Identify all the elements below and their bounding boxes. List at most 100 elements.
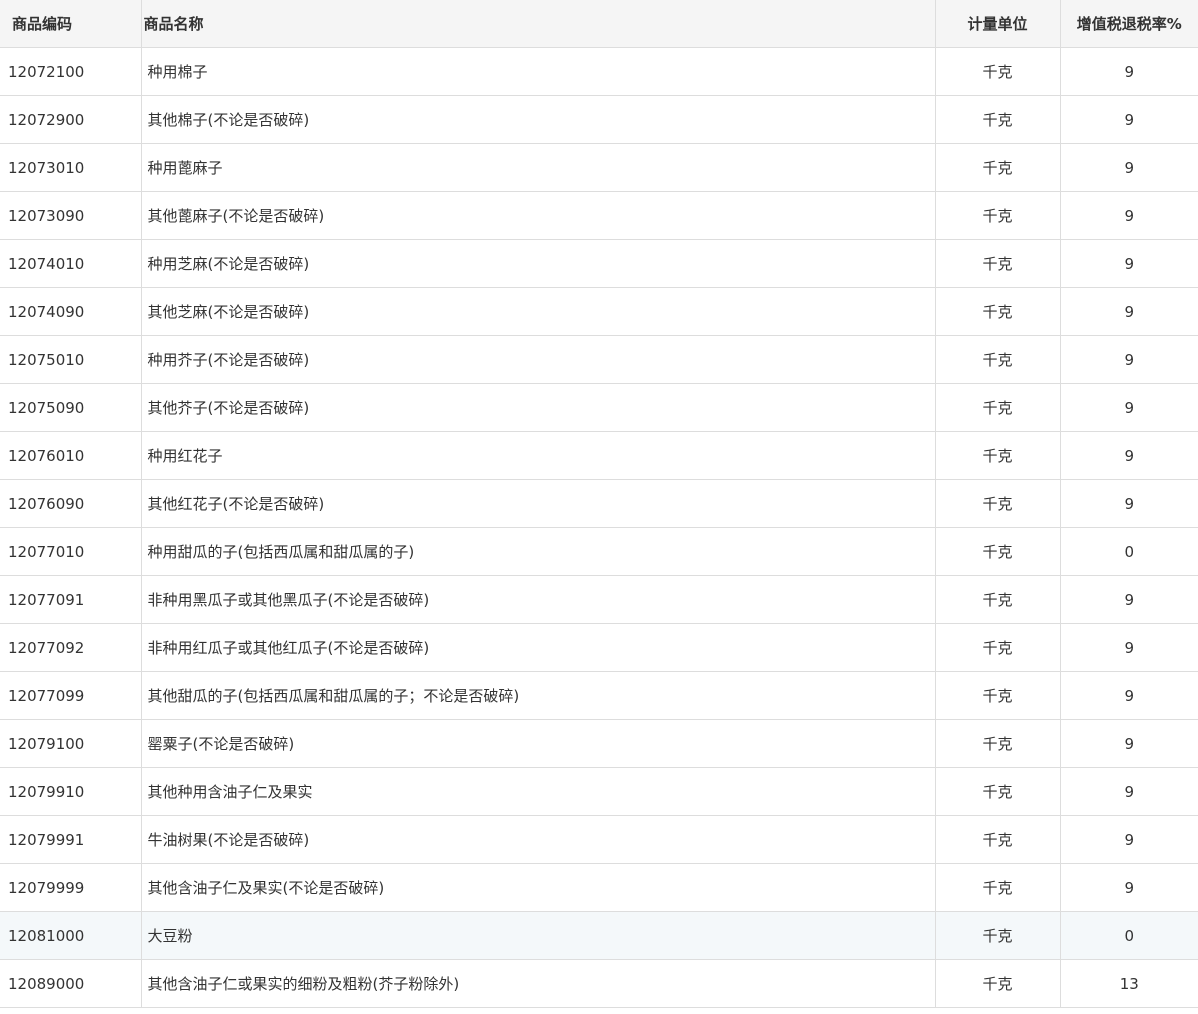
cell-code: 12075010	[0, 335, 142, 384]
cell-unit: 千克	[935, 239, 1061, 288]
cell-name: 其他含油子仁及果实(不论是否破碎)	[141, 863, 936, 912]
table-row[interactable]: 12077010 种用甜瓜的子(包括西瓜属和甜瓜属的子) 千克 0	[0, 527, 1198, 576]
cell-name: 其他甜瓜的子(包括西瓜属和甜瓜属的子；不论是否破碎)	[141, 671, 936, 720]
cell-unit: 千克	[935, 671, 1061, 720]
cell-name: 种用芥子(不论是否破碎)	[141, 335, 936, 384]
cell-unit: 千克	[935, 287, 1061, 336]
cell-code: 12076010	[0, 431, 142, 480]
cell-rate: 9	[1060, 47, 1198, 96]
cell-name: 其他红花子(不论是否破碎)	[141, 479, 936, 528]
table-row[interactable]: 12089000 其他含油子仁或果实的细粉及粗粉(芥子粉除外) 千克 13	[0, 959, 1198, 1008]
cell-rate: 0	[1060, 527, 1198, 576]
cell-unit: 千克	[935, 575, 1061, 624]
cell-code: 12073010	[0, 143, 142, 192]
table-body: 12072100 种用棉子 千克 9 12072900 其他棉子(不论是否破碎)…	[0, 47, 1198, 1008]
cell-code: 12074010	[0, 239, 142, 288]
cell-code: 12079991	[0, 815, 142, 864]
table-row[interactable]: 12072100 种用棉子 千克 9	[0, 47, 1198, 96]
cell-code: 12081000	[0, 911, 142, 960]
cell-unit: 千克	[935, 431, 1061, 480]
cell-rate: 9	[1060, 431, 1198, 480]
cell-name: 大豆粉	[141, 911, 936, 960]
cell-unit: 千克	[935, 47, 1061, 96]
table-row[interactable]: 12081000 大豆粉 千克 0	[0, 911, 1198, 960]
cell-rate: 9	[1060, 671, 1198, 720]
cell-unit: 千克	[935, 959, 1061, 1008]
cell-code: 12072900	[0, 95, 142, 144]
cell-name: 种用棉子	[141, 47, 936, 96]
table-row[interactable]: 12073090 其他蓖麻子(不论是否破碎) 千克 9	[0, 191, 1198, 240]
table-row[interactable]: 12077092 非种用红瓜子或其他红瓜子(不论是否破碎) 千克 9	[0, 623, 1198, 672]
cell-rate: 0	[1060, 911, 1198, 960]
cell-name: 非种用黑瓜子或其他黑瓜子(不论是否破碎)	[141, 575, 936, 624]
cell-unit: 千克	[935, 527, 1061, 576]
column-header-rate: 增值税退税率%	[1060, 0, 1198, 48]
cell-unit: 千克	[935, 863, 1061, 912]
cell-unit: 千克	[935, 191, 1061, 240]
cell-name: 牛油树果(不论是否破碎)	[141, 815, 936, 864]
table-row[interactable]: 12074010 种用芝麻(不论是否破碎) 千克 9	[0, 239, 1198, 288]
cell-name: 其他棉子(不论是否破碎)	[141, 95, 936, 144]
cell-name: 其他蓖麻子(不论是否破碎)	[141, 191, 936, 240]
cell-name: 其他含油子仁或果实的细粉及粗粉(芥子粉除外)	[141, 959, 936, 1008]
table-row[interactable]: 12073010 种用蓖麻子 千克 9	[0, 143, 1198, 192]
cell-code: 12074090	[0, 287, 142, 336]
tax-rebate-table: 商品编码 商品名称 计量单位 增值税退税率% 12072100 种用棉子 千克 …	[0, 0, 1198, 1008]
cell-name: 非种用红瓜子或其他红瓜子(不论是否破碎)	[141, 623, 936, 672]
cell-name: 其他芥子(不论是否破碎)	[141, 383, 936, 432]
cell-rate: 9	[1060, 335, 1198, 384]
cell-name: 罂粟子(不论是否破碎)	[141, 719, 936, 768]
cell-unit: 千克	[935, 479, 1061, 528]
cell-unit: 千克	[935, 143, 1061, 192]
table-row[interactable]: 12077091 非种用黑瓜子或其他黑瓜子(不论是否破碎) 千克 9	[0, 575, 1198, 624]
cell-unit: 千克	[935, 719, 1061, 768]
cell-rate: 9	[1060, 719, 1198, 768]
cell-rate: 9	[1060, 623, 1198, 672]
cell-rate: 9	[1060, 815, 1198, 864]
cell-name: 其他芝麻(不论是否破碎)	[141, 287, 936, 336]
cell-code: 12077010	[0, 527, 142, 576]
table-row[interactable]: 12072900 其他棉子(不论是否破碎) 千克 9	[0, 95, 1198, 144]
cell-rate: 9	[1060, 863, 1198, 912]
column-header-unit: 计量单位	[935, 0, 1061, 48]
cell-code: 12089000	[0, 959, 142, 1008]
cell-unit: 千克	[935, 383, 1061, 432]
cell-code: 12075090	[0, 383, 142, 432]
table-row[interactable]: 12079910 其他种用含油子仁及果实 千克 9	[0, 767, 1198, 816]
cell-name: 种用蓖麻子	[141, 143, 936, 192]
table-row[interactable]: 12074090 其他芝麻(不论是否破碎) 千克 9	[0, 287, 1198, 336]
cell-unit: 千克	[935, 815, 1061, 864]
cell-unit: 千克	[935, 767, 1061, 816]
cell-code: 12073090	[0, 191, 142, 240]
cell-unit: 千克	[935, 623, 1061, 672]
table-row[interactable]: 12076090 其他红花子(不论是否破碎) 千克 9	[0, 479, 1198, 528]
cell-rate: 13	[1060, 959, 1198, 1008]
cell-unit: 千克	[935, 911, 1061, 960]
cell-rate: 9	[1060, 767, 1198, 816]
table-row[interactable]: 12079100 罂粟子(不论是否破碎) 千克 9	[0, 719, 1198, 768]
table-row[interactable]: 12077099 其他甜瓜的子(包括西瓜属和甜瓜属的子；不论是否破碎) 千克 9	[0, 671, 1198, 720]
table-header: 商品编码 商品名称 计量单位 增值税退税率%	[0, 0, 1198, 48]
column-header-code: 商品编码	[0, 0, 142, 48]
cell-code: 12077099	[0, 671, 142, 720]
cell-code: 12076090	[0, 479, 142, 528]
table-row[interactable]: 12075090 其他芥子(不论是否破碎) 千克 9	[0, 383, 1198, 432]
cell-code: 12077092	[0, 623, 142, 672]
cell-code: 12072100	[0, 47, 142, 96]
header-row: 商品编码 商品名称 计量单位 增值税退税率%	[0, 0, 1198, 48]
table-row[interactable]: 12079999 其他含油子仁及果实(不论是否破碎) 千克 9	[0, 863, 1198, 912]
cell-rate: 9	[1060, 191, 1198, 240]
cell-unit: 千克	[935, 335, 1061, 384]
cell-code: 12079910	[0, 767, 142, 816]
cell-rate: 9	[1060, 95, 1198, 144]
cell-rate: 9	[1060, 239, 1198, 288]
column-header-name: 商品名称	[141, 0, 936, 48]
cell-name: 其他种用含油子仁及果实	[141, 767, 936, 816]
table-row[interactable]: 12075010 种用芥子(不论是否破碎) 千克 9	[0, 335, 1198, 384]
cell-name: 种用甜瓜的子(包括西瓜属和甜瓜属的子)	[141, 527, 936, 576]
cell-rate: 9	[1060, 143, 1198, 192]
cell-name: 种用红花子	[141, 431, 936, 480]
table-row[interactable]: 12076010 种用红花子 千克 9	[0, 431, 1198, 480]
cell-rate: 9	[1060, 287, 1198, 336]
table-row[interactable]: 12079991 牛油树果(不论是否破碎) 千克 9	[0, 815, 1198, 864]
